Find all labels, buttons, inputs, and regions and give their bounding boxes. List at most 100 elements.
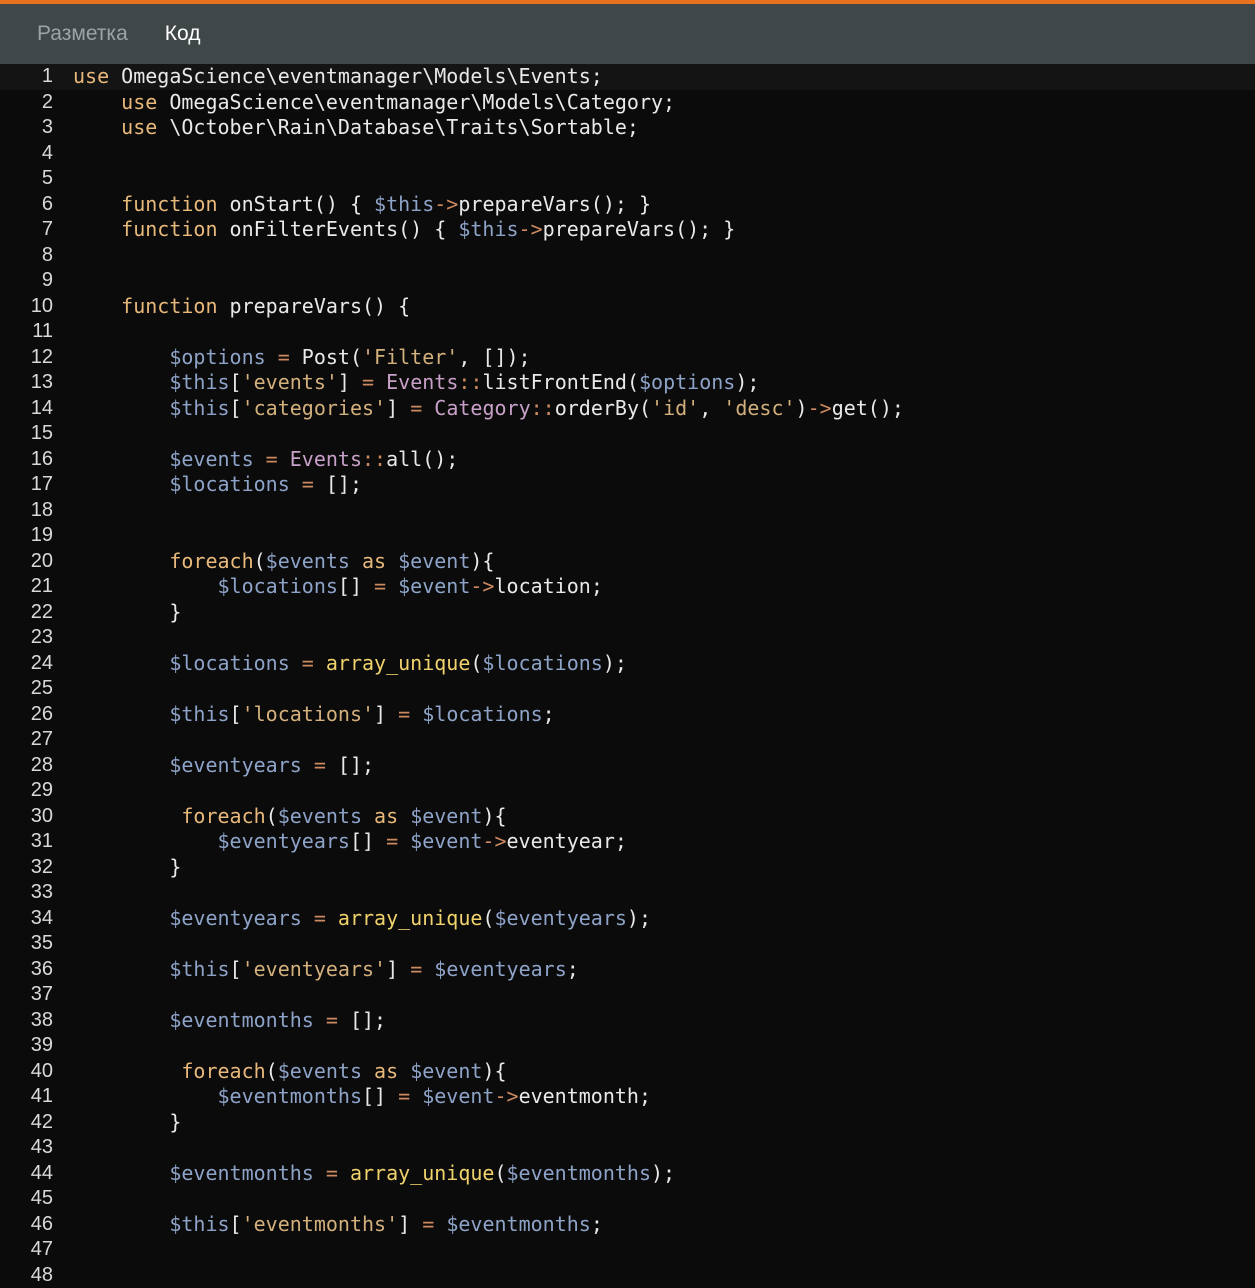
code-line[interactable]: 9 (0, 268, 1255, 294)
code-line[interactable]: 10 function prepareVars() { (0, 294, 1255, 320)
code-token: [ (230, 396, 242, 420)
code-token: $events (266, 549, 350, 573)
line-number: 25 (0, 676, 53, 702)
code-line[interactable]: 17 $locations = []; (0, 472, 1255, 498)
code-line[interactable]: 11 (0, 319, 1255, 345)
code-token (73, 906, 169, 930)
code-line[interactable]: 24 $locations = array_unique($locations)… (0, 651, 1255, 677)
code-line[interactable]: 47 (0, 1237, 1255, 1263)
code-token: $eventyears (494, 906, 626, 930)
code-line[interactable]: 40 foreach($events as $event){ (0, 1059, 1255, 1085)
code-line[interactable]: 6 function onStart() { $this->prepareVar… (0, 192, 1255, 218)
code-token (73, 574, 218, 598)
code-token: 'Filter' (362, 345, 458, 369)
code-token: \October\Rain\Database\Traits\Sortable; (157, 115, 639, 139)
code-line[interactable]: 21 $locations[] = $event->location; (0, 574, 1255, 600)
line-number: 35 (0, 931, 53, 957)
code-line[interactable]: 3 use \October\Rain\Database\Traits\Sort… (0, 115, 1255, 141)
code-token: -> (808, 396, 832, 420)
tab-code[interactable]: Код (165, 22, 201, 46)
code-token: -> (434, 192, 458, 216)
code-line[interactable]: 43 (0, 1135, 1255, 1161)
code-line[interactable]: 36 $this['eventyears'] = $eventyears; (0, 957, 1255, 983)
line-code: $options = Post('Filter', []); (73, 345, 531, 371)
code-line[interactable]: 29 (0, 778, 1255, 804)
code-line[interactable]: 48 (0, 1263, 1255, 1288)
code-line[interactable]: 32 } (0, 855, 1255, 881)
line-code: $events = Events::all(); (73, 447, 458, 473)
code-token: $eventmonths (218, 1084, 363, 1108)
code-token: orderBy( (555, 396, 651, 420)
code-line[interactable]: 30 foreach($events as $event){ (0, 804, 1255, 830)
code-token: eventmonth; (519, 1084, 651, 1108)
line-code: $this['locations'] = $locations; (73, 702, 555, 728)
code-line[interactable]: 23 (0, 625, 1255, 651)
code-token: ; (567, 957, 579, 981)
code-token: Post( (302, 345, 362, 369)
code-line[interactable]: 28 $eventyears = []; (0, 753, 1255, 779)
code-token: = (290, 472, 326, 496)
line-number: 45 (0, 1186, 53, 1212)
code-token: = (266, 345, 302, 369)
code-line[interactable]: 26 $this['locations'] = $locations; (0, 702, 1255, 728)
code-line[interactable]: 8 (0, 243, 1255, 269)
line-number: 28 (0, 753, 53, 779)
code-token: $locations (482, 651, 602, 675)
code-line[interactable]: 15 (0, 421, 1255, 447)
code-line[interactable]: 14 $this['categories'] = Category::order… (0, 396, 1255, 422)
code-token (73, 753, 169, 777)
code-line[interactable]: 38 $eventmonths = []; (0, 1008, 1255, 1034)
code-line[interactable]: 42 } (0, 1110, 1255, 1136)
code-token (73, 192, 121, 216)
code-token: foreach (181, 1059, 265, 1083)
code-token: as (362, 804, 410, 828)
code-token: [] (362, 1084, 398, 1108)
code-line[interactable]: 7 function onFilterEvents() { $this->pre… (0, 217, 1255, 243)
code-line[interactable]: 22 } (0, 600, 1255, 626)
code-line[interactable]: 18 (0, 498, 1255, 524)
code-line[interactable]: 34 $eventyears = array_unique($eventyear… (0, 906, 1255, 932)
code-line[interactable]: 39 (0, 1033, 1255, 1059)
code-line[interactable]: 20 foreach($events as $event){ (0, 549, 1255, 575)
code-line[interactable]: 35 (0, 931, 1255, 957)
line-code: foreach($events as $event){ (73, 804, 507, 830)
tab-bar: Разметка Код (0, 4, 1255, 64)
code-line[interactable]: 44 $eventmonths = array_unique($eventmon… (0, 1161, 1255, 1187)
code-token: [ (230, 702, 242, 726)
code-line[interactable]: 13 $this['events'] = Events::listFrontEn… (0, 370, 1255, 396)
code-line[interactable]: 27 (0, 727, 1255, 753)
code-token: listFrontEnd( (482, 370, 639, 394)
line-number: 37 (0, 982, 53, 1008)
code-line[interactable]: 31 $eventyears[] = $event->eventyear; (0, 829, 1255, 855)
tab-markup[interactable]: Разметка (37, 22, 128, 46)
code-line[interactable]: 1use OmegaScience\eventmanager\Models\Ev… (0, 64, 1255, 90)
code-token: use (73, 64, 109, 88)
code-token: 'eventmonths' (242, 1212, 399, 1236)
code-line[interactable]: 41 $eventmonths[] = $event->eventmonth; (0, 1084, 1255, 1110)
code-token: -> (494, 1084, 518, 1108)
code-token: $eventyears (169, 906, 301, 930)
code-line[interactable]: 33 (0, 880, 1255, 906)
line-number: 16 (0, 447, 53, 473)
line-number: 43 (0, 1135, 53, 1161)
code-line[interactable]: 19 (0, 523, 1255, 549)
code-line[interactable]: 16 $events = Events::all(); (0, 447, 1255, 473)
code-line[interactable]: 2 use OmegaScience\eventmanager\Models\C… (0, 90, 1255, 116)
code-line[interactable]: 45 (0, 1186, 1255, 1212)
code-token: = (302, 753, 338, 777)
code-token: , (699, 396, 723, 420)
code-line[interactable]: 5 (0, 166, 1255, 192)
code-token: ] (398, 1212, 422, 1236)
code-editor[interactable]: 1use OmegaScience\eventmanager\Models\Ev… (0, 64, 1255, 1280)
code-token: -> (519, 217, 543, 241)
code-line[interactable]: 4 (0, 141, 1255, 167)
code-line[interactable]: 37 (0, 982, 1255, 1008)
code-line[interactable]: 46 $this['eventmonths'] = $eventmonths; (0, 1212, 1255, 1238)
code-token: $this (458, 217, 518, 241)
code-token: 'id' (651, 396, 699, 420)
line-number: 36 (0, 957, 53, 983)
code-line[interactable]: 12 $options = Post('Filter', []); (0, 345, 1255, 371)
line-number: 2 (0, 90, 53, 116)
code-line[interactable]: 25 (0, 676, 1255, 702)
code-token: function (121, 217, 217, 241)
